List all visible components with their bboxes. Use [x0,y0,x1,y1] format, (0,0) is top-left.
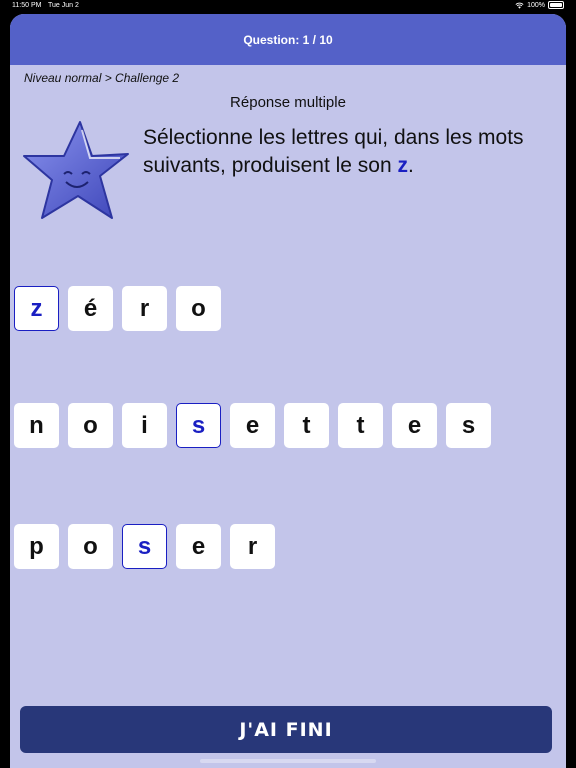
letter-tile[interactable]: e [392,403,437,448]
letter-tile[interactable]: r [122,286,167,331]
letter-tile[interactable]: o [68,524,113,569]
app-screen: Question: 1 / 10 Niveau normal > Challen… [10,14,566,768]
letter-tile[interactable]: i [122,403,167,448]
letter-tile[interactable]: p [14,524,59,569]
wifi-icon [515,2,524,9]
finish-button-label: J'AI FINI [239,718,333,741]
question-header: Question: 1 / 10 [10,14,566,65]
letter-tile[interactable]: é [68,286,113,331]
letter-tile[interactable]: z [14,286,59,331]
status-time: 11:50 PM [12,2,42,9]
word-zero: zéro [14,286,230,331]
instruction-text: Sélectionne les lettres qui, dans les mo… [143,124,543,180]
finish-button[interactable]: J'AI FINI [20,706,552,753]
word-noisettes: noisettes [14,403,500,448]
home-indicator[interactable] [200,759,376,763]
letter-tile[interactable]: o [176,286,221,331]
instruction-end: . [407,154,414,177]
status-right: 100% [515,1,564,9]
letter-tile[interactable]: n [14,403,59,448]
breadcrumb: Niveau normal > Challenge 2 [24,71,180,85]
letter-tile[interactable]: o [68,403,113,448]
letter-tile[interactable]: t [284,403,329,448]
letter-tile[interactable]: s [446,403,491,448]
letter-tile[interactable]: s [176,403,221,448]
battery-percent: 100% [527,1,545,9]
smiling-star-icon [23,121,129,219]
word-poser: poser [14,524,284,569]
question-counter: Question: 1 / 10 [243,32,333,47]
target-sound: z [397,154,408,177]
letter-tile[interactable]: e [230,403,275,448]
letter-tile[interactable]: s [122,524,167,569]
letter-tile[interactable]: e [176,524,221,569]
instruction-body: Sélectionne les lettres qui, dans les mo… [143,126,524,177]
status-date: Tue Jun 2 [48,2,79,9]
status-bar: 11:50 PM Tue Jun 2 100% [0,0,576,14]
letter-tile[interactable]: r [230,524,275,569]
battery-icon [548,1,564,9]
letter-tile[interactable]: t [338,403,383,448]
question-type: Réponse multiple [230,94,346,111]
